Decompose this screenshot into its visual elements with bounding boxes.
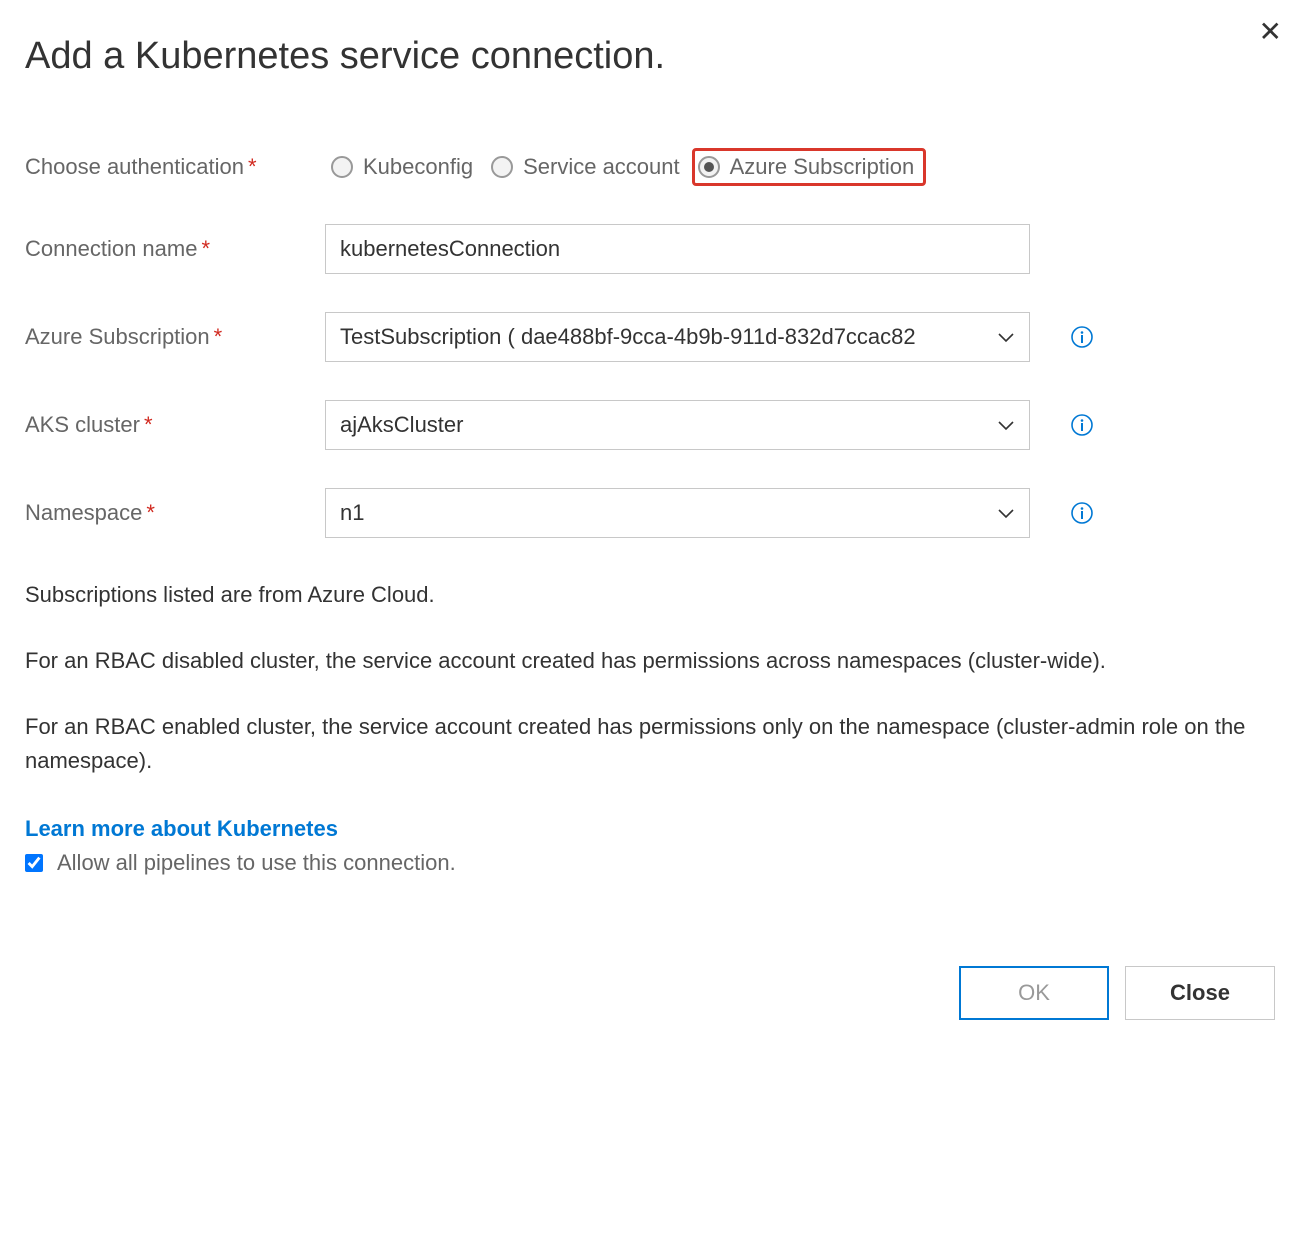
dialog-title: Add a Kubernetes service connection. (25, 35, 1275, 78)
azure-subscription-label: Azure Subscription* (25, 324, 325, 350)
required-marker: * (201, 236, 210, 261)
namespace-row: Namespace* n1 (25, 488, 1275, 538)
connection-name-input[interactable] (325, 224, 1030, 274)
radio-label: Kubeconfig (363, 154, 473, 180)
azure-subscription-select[interactable]: TestSubscription ( dae488bf-9cca-4b9b-91… (325, 312, 1030, 362)
required-marker: * (248, 154, 257, 179)
aks-cluster-row: AKS cluster* ajAksCluster (25, 400, 1275, 450)
radio-label: Service account (523, 154, 680, 180)
info-icon[interactable] (1070, 325, 1094, 349)
close-icon[interactable]: ✕ (1259, 18, 1282, 46)
allow-pipelines-checkbox[interactable] (25, 854, 43, 872)
radio-service-account[interactable]: Service account (485, 148, 692, 186)
info-text-section: Subscriptions listed are from Azure Clou… (25, 578, 1275, 778)
authentication-row: Choose authentication* Kubeconfig Servic… (25, 148, 1275, 186)
chevron-down-icon (997, 328, 1015, 346)
allow-pipelines-label: Allow all pipelines to use this connecti… (57, 850, 456, 876)
required-marker: * (146, 500, 155, 525)
azure-subscription-row: Azure Subscription* TestSubscription ( d… (25, 312, 1275, 362)
info-icon[interactable] (1070, 413, 1094, 437)
required-marker: * (214, 324, 223, 349)
aks-cluster-select[interactable]: ajAksCluster (325, 400, 1030, 450)
radio-icon (491, 156, 513, 178)
authentication-label: Choose authentication* (25, 154, 325, 180)
namespace-label: Namespace* (25, 500, 325, 526)
required-marker: * (144, 412, 153, 437)
connection-name-row: Connection name* (25, 224, 1275, 274)
info-subscriptions: Subscriptions listed are from Azure Clou… (25, 578, 1275, 612)
authentication-radio-group: Kubeconfig Service account Azure Subscri… (325, 148, 926, 186)
radio-label: Azure Subscription (730, 154, 915, 180)
button-row: OK Close (25, 966, 1275, 1020)
info-icon[interactable] (1070, 501, 1094, 525)
connection-name-label: Connection name* (25, 236, 325, 262)
close-button[interactable]: Close (1125, 966, 1275, 1020)
ok-button[interactable]: OK (959, 966, 1109, 1020)
select-value: TestSubscription ( dae488bf-9cca-4b9b-91… (340, 324, 916, 350)
radio-kubeconfig[interactable]: Kubeconfig (325, 148, 485, 186)
radio-azure-subscription[interactable]: Azure Subscription (692, 148, 927, 186)
chevron-down-icon (997, 416, 1015, 434)
info-rbac-enabled: For an RBAC enabled cluster, the service… (25, 710, 1275, 778)
radio-icon (698, 156, 720, 178)
namespace-select[interactable]: n1 (325, 488, 1030, 538)
select-value: ajAksCluster (340, 412, 463, 438)
aks-cluster-label: AKS cluster* (25, 412, 325, 438)
allow-pipelines-row: Allow all pipelines to use this connecti… (25, 850, 1275, 876)
radio-icon (331, 156, 353, 178)
chevron-down-icon (997, 504, 1015, 522)
select-value: n1 (340, 500, 364, 526)
info-rbac-disabled: For an RBAC disabled cluster, the servic… (25, 644, 1275, 678)
learn-more-link[interactable]: Learn more about Kubernetes (25, 816, 338, 842)
